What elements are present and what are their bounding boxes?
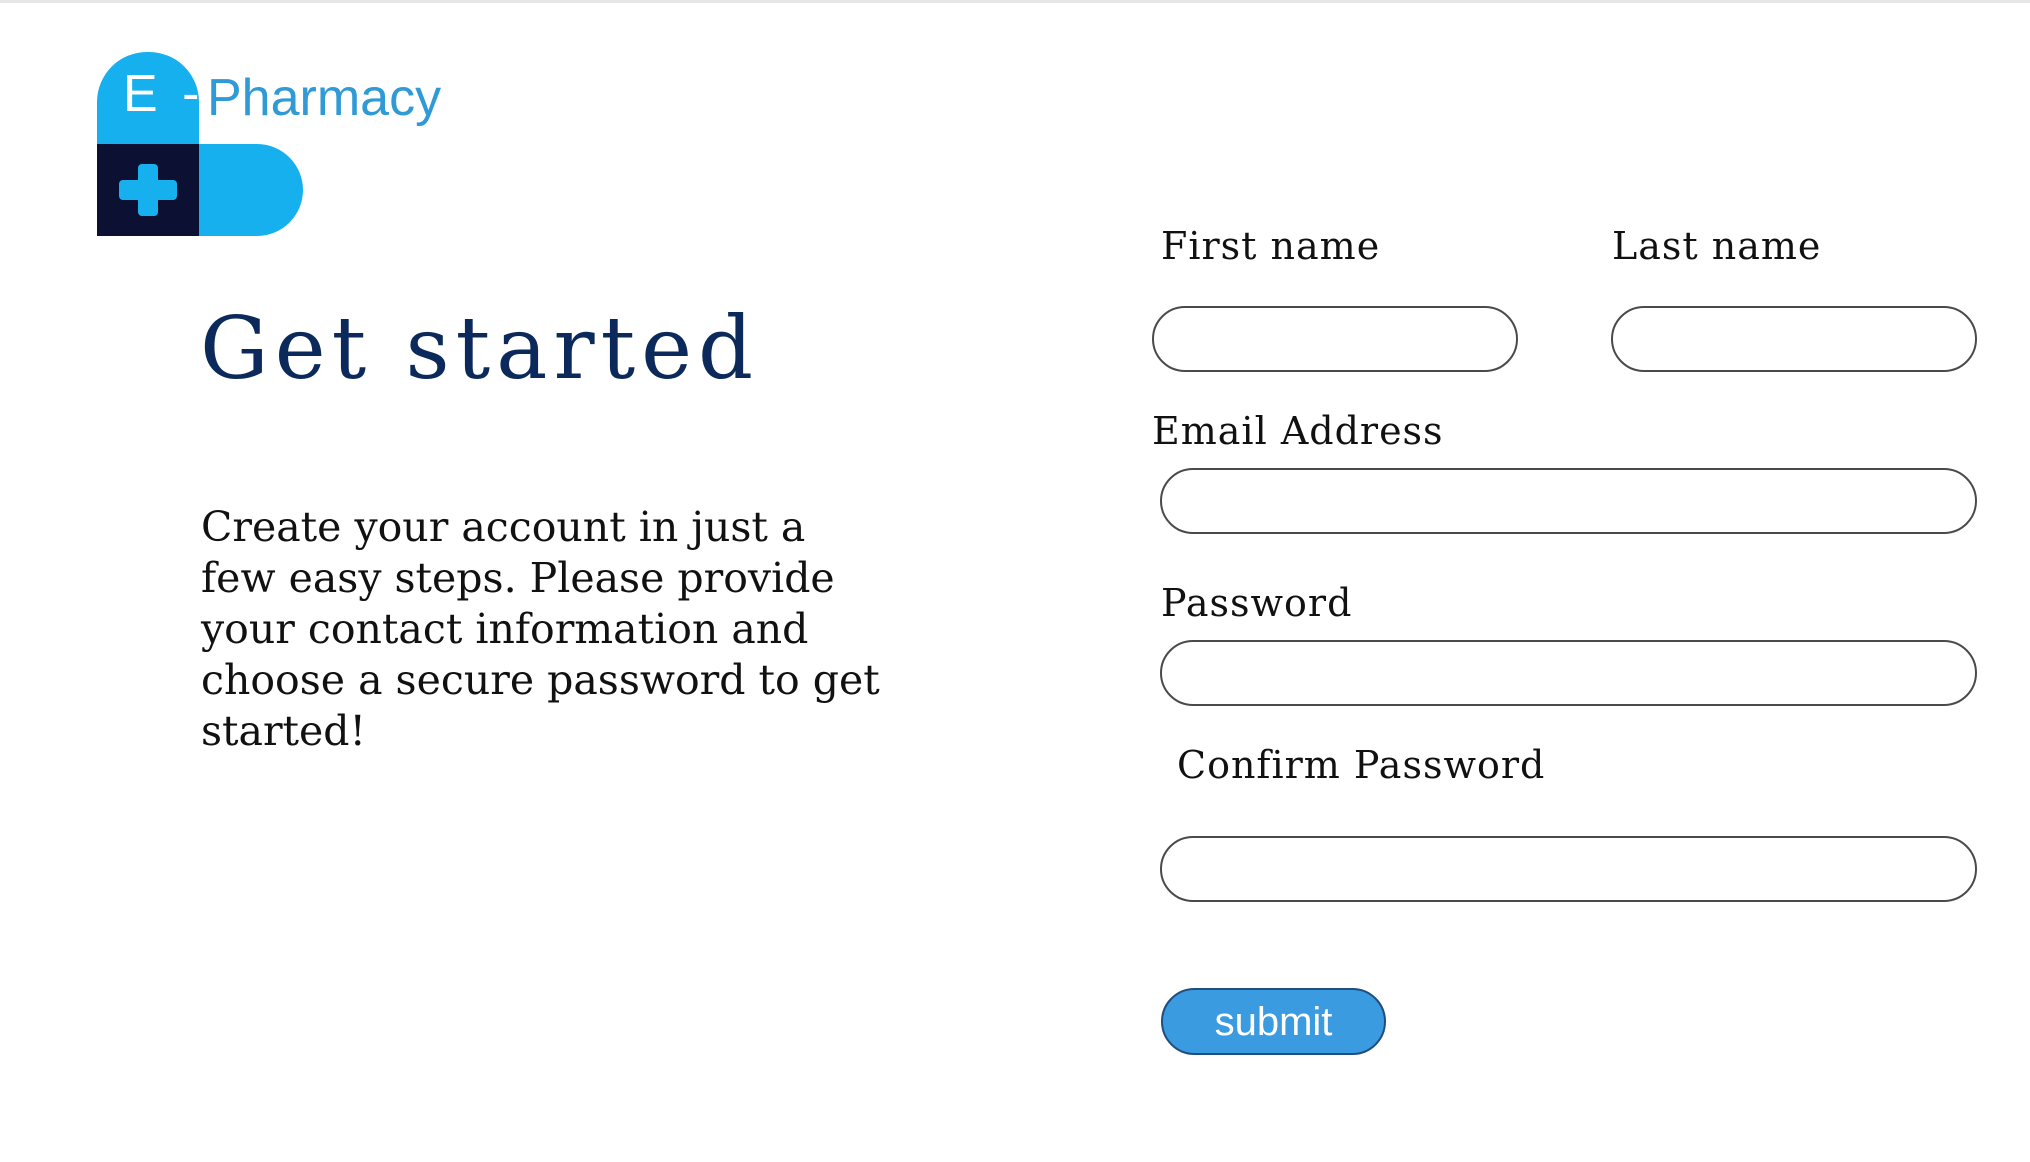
logo-wordmark: Pharmacy <box>207 69 442 127</box>
first-name-field[interactable] <box>1152 306 1518 372</box>
top-divider <box>0 0 2030 3</box>
confirm-password-field[interactable] <box>1160 836 1977 902</box>
confirm-password-label: Confirm Password <box>1177 743 1546 787</box>
page-title: Get started <box>200 299 760 399</box>
e-pharmacy-logo: E - Pharmacy <box>97 52 517 236</box>
email-field[interactable] <box>1160 468 1977 534</box>
logo-pill-bottom <box>199 144 303 236</box>
last-name-field[interactable] <box>1611 306 1977 372</box>
logo-prefix: E - <box>123 65 205 123</box>
password-label: Password <box>1161 581 1353 625</box>
email-label: Email Address <box>1152 409 1444 453</box>
submit-button[interactable]: submit <box>1161 988 1386 1055</box>
last-name-label: Last name <box>1612 224 1822 268</box>
plus-cross-icon <box>119 164 177 216</box>
intro-text: Create your account in just a few easy s… <box>201 503 880 755</box>
password-field[interactable] <box>1160 640 1977 706</box>
first-name-label: First name <box>1161 224 1381 268</box>
